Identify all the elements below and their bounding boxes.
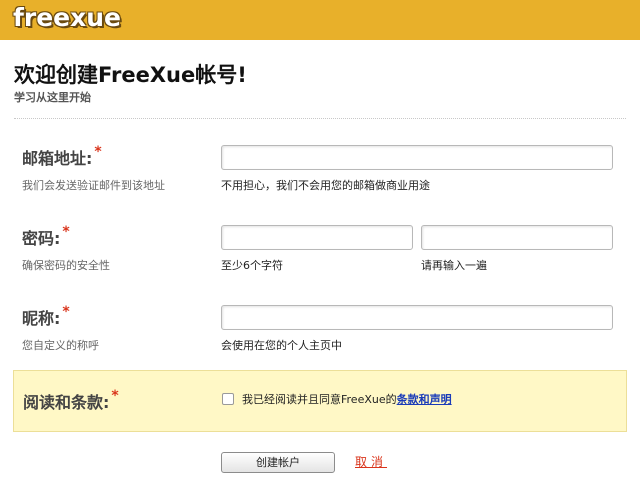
terms-agree-label: 我已经阅读并且同意FreeXue的 — [242, 393, 397, 406]
terms-agree-text: 我已经阅读并且同意FreeXue的条款和声明 — [242, 391, 452, 407]
email-hint: 我们会发送验证邮件到该地址 — [22, 179, 165, 192]
email-input[interactable] — [221, 145, 613, 170]
divider — [14, 118, 626, 119]
required-marker: * — [94, 144, 102, 160]
password-hint: 确保密码的安全性 — [22, 259, 110, 272]
password-label: 密码: * — [22, 224, 70, 249]
nickname-label: 昵称: * — [22, 304, 70, 329]
terms-checkbox[interactable] — [222, 393, 234, 405]
terms-section: 阅读和条款: * 我已经阅读并且同意FreeXue的条款和声明 — [13, 370, 627, 432]
password-note: 至少6个字符 — [221, 259, 283, 272]
confirm-password-note: 请再输入一遍 — [421, 259, 487, 272]
create-account-button[interactable]: 创建帐户 — [221, 452, 335, 473]
page-title: 欢迎创建FreeXue帐号! — [14, 63, 247, 87]
password-label-text: 密码: — [22, 229, 61, 248]
email-label: 邮箱地址: * — [22, 144, 102, 169]
nickname-hint: 您自定义的称呼 — [22, 339, 99, 352]
nickname-label-text: 昵称: — [22, 309, 61, 328]
top-banner: freexue — [0, 0, 640, 40]
password-input[interactable] — [221, 225, 413, 250]
freexue-logo[interactable]: freexue — [13, 3, 121, 32]
nickname-input[interactable] — [221, 305, 613, 330]
nickname-note: 会使用在您的个人主页中 — [221, 339, 342, 352]
email-label-text: 邮箱地址: — [22, 149, 93, 168]
confirm-password-input[interactable] — [421, 225, 613, 250]
required-marker: * — [111, 388, 119, 404]
cancel-link[interactable]: 取消 — [355, 453, 387, 470]
required-marker: * — [62, 304, 70, 320]
email-note: 不用担心，我们不会用您的邮箱做商业用途 — [221, 179, 430, 192]
terms-label: 阅读和条款: * — [23, 388, 119, 413]
terms-link[interactable]: 条款和声明 — [397, 393, 452, 406]
page-subtitle: 学习从这里开始 — [14, 91, 91, 104]
terms-label-text: 阅读和条款: — [23, 393, 110, 412]
required-marker: * — [62, 224, 70, 240]
